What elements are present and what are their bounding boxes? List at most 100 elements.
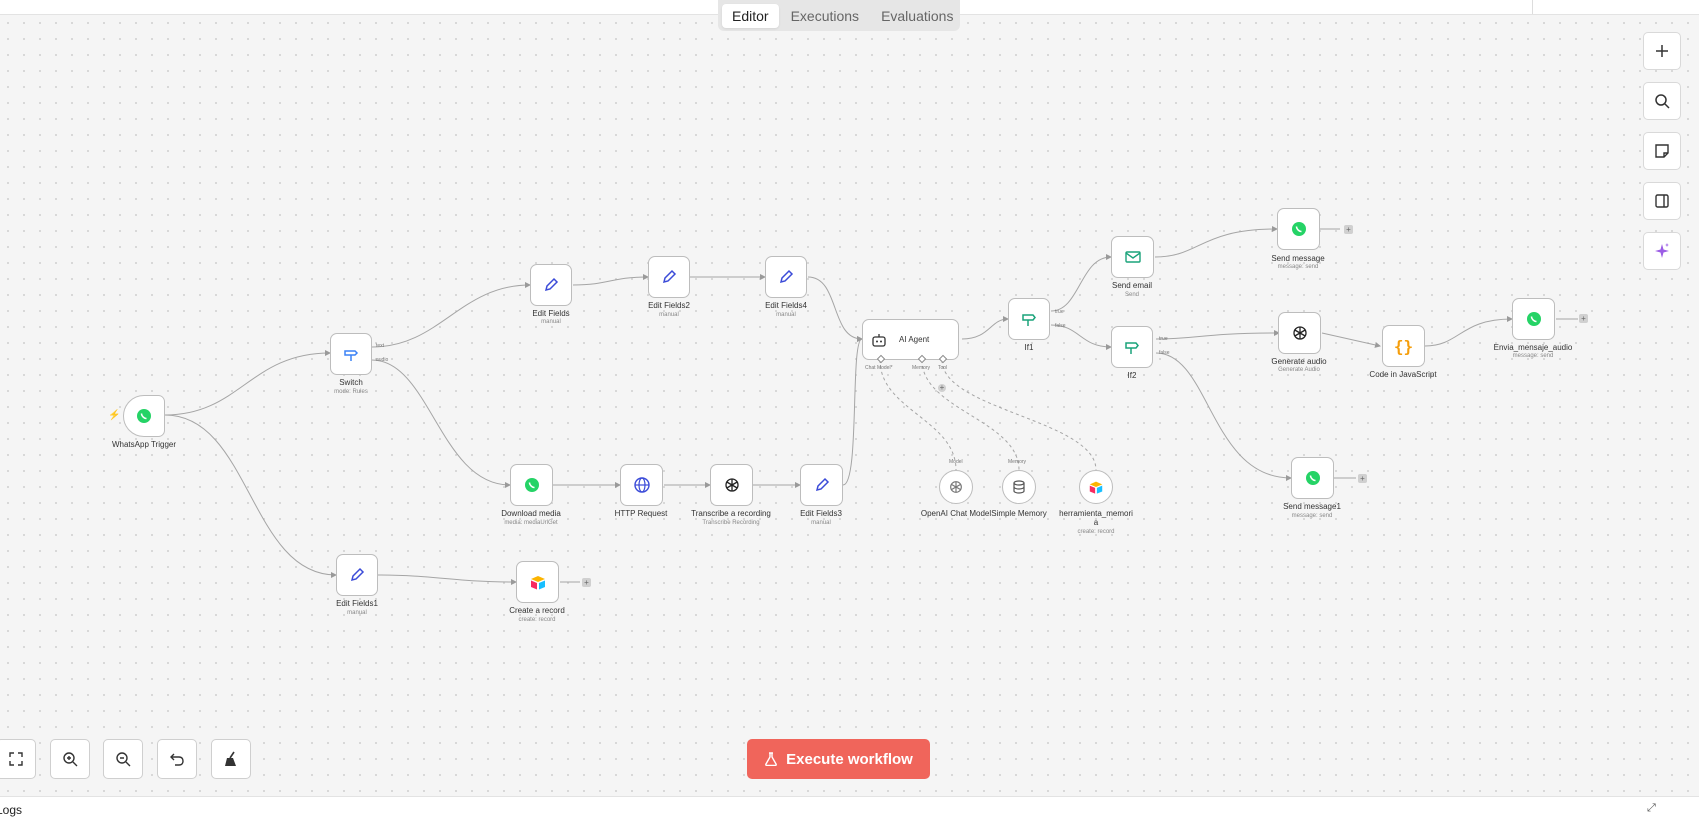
logs-label: Logs [0, 803, 23, 817]
tidy-up-button[interactable] [211, 739, 251, 779]
node-label: herramienta_memori a [1059, 509, 1133, 527]
node-create-record[interactable] [516, 561, 559, 603]
sticky-note-icon [1655, 144, 1669, 158]
add-tool-button[interactable]: + [938, 384, 946, 392]
mail-icon [1124, 251, 1141, 263]
openai-icon [950, 481, 962, 493]
globe-icon [633, 477, 650, 493]
node-sublabel: message: send [1512, 353, 1554, 359]
database-icon [1013, 480, 1025, 494]
node-sublabel: manual [347, 610, 367, 616]
node-label: Send message [1271, 254, 1325, 263]
node-label: Edit Fields3 [800, 509, 842, 518]
ai-assistant-button[interactable] [1643, 232, 1681, 270]
flask-icon [765, 752, 778, 766]
node-sublabel: manual [776, 312, 796, 318]
undo-button[interactable] [157, 739, 197, 779]
node-http-request[interactable] [620, 464, 663, 506]
node-send-message1[interactable] [1291, 457, 1334, 499]
node-sublabel: Transcribe Recording [702, 520, 760, 526]
node-sublabel: Generate Audio [1278, 367, 1320, 373]
pencil-icon [779, 269, 794, 284]
node-edit-fields1[interactable] [336, 554, 378, 596]
edge [371, 282, 531, 348]
node-edit-fields4[interactable] [765, 256, 807, 298]
node-edit-fields3[interactable] [800, 464, 843, 506]
fit-view-icon [9, 752, 23, 766]
node-if2[interactable] [1111, 326, 1153, 368]
node-switch[interactable] [330, 333, 372, 375]
switch-icon [344, 350, 359, 361]
node-ai-agent[interactable]: AI Agent [862, 319, 959, 360]
edge [164, 350, 331, 416]
node-openai-chat-model[interactable] [939, 470, 973, 504]
add-node-toolbar-button[interactable] [1643, 32, 1681, 70]
node-code-javascript[interactable]: {} [1382, 325, 1425, 367]
node-label: Edit Fields2 [648, 301, 690, 310]
whatsapp-icon [137, 409, 151, 423]
node-sublabel: media: mediaUrlGet [504, 520, 558, 526]
zoom-in-button[interactable] [50, 739, 90, 779]
execute-workflow-label: Execute workflow [786, 750, 913, 768]
port-label: true [1055, 309, 1064, 315]
toggle-panel-button[interactable] [1643, 182, 1681, 220]
add-node-button[interactable]: + [1358, 474, 1367, 483]
node-whatsapp-trigger[interactable] [123, 395, 165, 437]
node-label: WhatsApp Trigger [111, 440, 177, 449]
dashed-edge [941, 359, 1097, 471]
node-send-email[interactable] [1111, 236, 1154, 278]
add-node-button[interactable]: + [1344, 225, 1353, 234]
pencil-icon [662, 269, 677, 284]
node-label: Envia_mensaje_audio [1493, 343, 1573, 352]
node-sublabel: mode: Rules [334, 389, 368, 395]
undo-icon [170, 753, 184, 766]
pencil-icon [544, 277, 559, 292]
edge [371, 359, 511, 488]
expand-logs-icon[interactable]: ⤢ [1647, 802, 1656, 815]
node-download-media[interactable] [510, 464, 553, 506]
execute-workflow-button[interactable]: Execute workflow [747, 739, 930, 779]
node-envia-mensaje-audio[interactable] [1512, 298, 1555, 340]
node-sublabel: message: send [1277, 264, 1319, 270]
node-herramienta-memoria[interactable] [1079, 470, 1113, 504]
node-generate-audio[interactable] [1278, 312, 1321, 354]
node-label: If1 [1024, 343, 1034, 352]
node-simple-memory[interactable] [1002, 470, 1036, 504]
zoom-out-icon [116, 752, 131, 767]
add-sticky-note-button[interactable] [1643, 132, 1681, 170]
zoom-out-button[interactable] [103, 739, 143, 779]
airtable-icon [530, 576, 545, 590]
edge [1155, 330, 1280, 340]
port-label: audio [376, 357, 389, 363]
openai-icon [724, 478, 739, 492]
whatsapp-icon [1305, 471, 1320, 485]
search-nodes-button[interactable] [1643, 82, 1681, 120]
node-edit-fields[interactable] [530, 264, 572, 306]
add-node-button[interactable]: + [582, 578, 591, 587]
fit-view-button[interactable] [0, 739, 36, 779]
node-sublabel: create: record [1077, 529, 1115, 535]
edge [961, 316, 1009, 340]
node-label: Send message1 [1283, 502, 1341, 511]
edge [373, 574, 517, 585]
pencil-icon [815, 477, 829, 492]
lightning-icon: ⚡ [108, 410, 121, 421]
node-sublabel: create: record [518, 617, 556, 623]
pencil-icon [350, 567, 365, 582]
whatsapp-icon [1291, 222, 1306, 236]
port-label: text [376, 343, 385, 349]
port-label: false [1159, 350, 1170, 356]
add-node-button[interactable]: + [1579, 314, 1588, 323]
tidy-up-icon [225, 751, 236, 766]
node-if1[interactable] [1008, 298, 1050, 340]
edge [572, 274, 649, 286]
port-label: Model [949, 459, 963, 465]
node-label: Edit Fields4 [765, 301, 807, 310]
node-transcribe-recording[interactable] [710, 464, 753, 506]
node-send-message[interactable] [1277, 208, 1320, 250]
logs-bar[interactable]: Logs ⤢ [0, 796, 1699, 818]
node-label: Create a record [509, 606, 565, 615]
node-sublabel: message: send [1291, 513, 1333, 519]
robot-icon [872, 333, 886, 347]
node-edit-fields2[interactable] [648, 256, 690, 298]
